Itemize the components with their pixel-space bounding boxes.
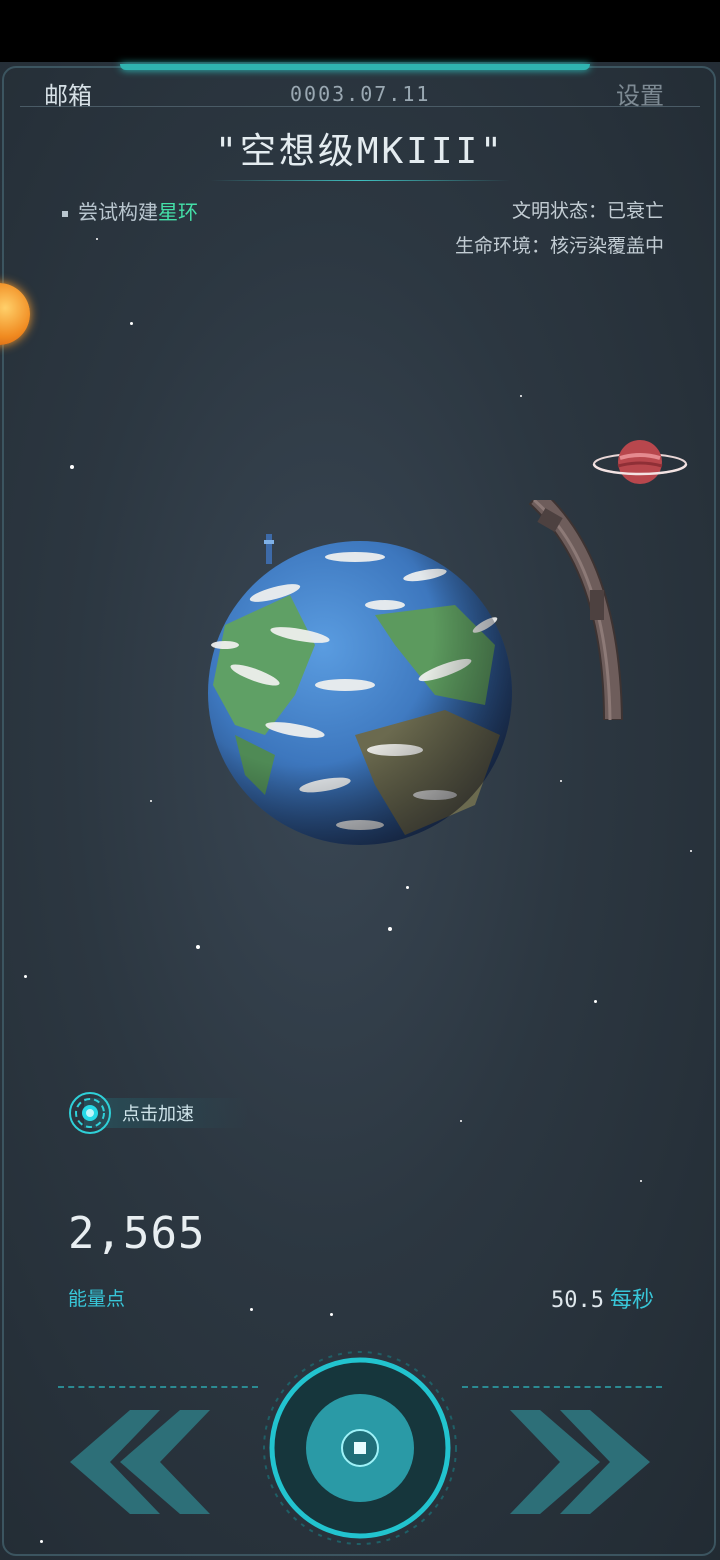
settings-button[interactable]: 设置 [616, 76, 664, 111]
boost-button[interactable]: 点击加速 [68, 1090, 248, 1136]
nav-divider-left [58, 1386, 258, 1388]
energy-label: 能量点 [68, 1288, 126, 1310]
task-highlight: 星环 [158, 200, 198, 224]
home-planet[interactable] [195, 535, 525, 855]
planet-title: "空想级MKIII" [215, 131, 505, 172]
mail-button[interactable]: 邮箱 [44, 76, 92, 111]
ringed-planet-icon[interactable] [590, 432, 690, 492]
nav-divider-right [462, 1386, 662, 1388]
game-date: 0003.07.11 [290, 82, 431, 106]
hud-top-accent [120, 64, 590, 70]
task-prefix: 尝试构建 [78, 200, 158, 224]
double-chevron-left-icon[interactable] [70, 1410, 210, 1514]
header-divider [20, 106, 700, 107]
boost-target-icon [69, 1092, 111, 1134]
environment-status: 生命环境：核污染覆盖中 [454, 235, 664, 257]
energy-rate-unit: 每秒 [609, 1288, 654, 1313]
boost-label: 点击加速 [122, 1104, 194, 1125]
double-chevron-right-icon[interactable] [510, 1410, 650, 1514]
energy-rate-value: 50.5 [551, 1288, 604, 1313]
civilization-status: 文明状态：已衰亡 [511, 200, 664, 222]
task-objective: 尝试构建星环 [62, 196, 198, 225]
title-underline [210, 180, 510, 181]
energy-value: 2,565 [68, 1208, 206, 1259]
energy-rate: 50.5 每秒 [551, 1282, 654, 1314]
center-action-button[interactable] [262, 1350, 458, 1546]
status-bar [0, 0, 720, 62]
center-action-icon [354, 1442, 366, 1454]
bullet-icon [62, 210, 68, 217]
